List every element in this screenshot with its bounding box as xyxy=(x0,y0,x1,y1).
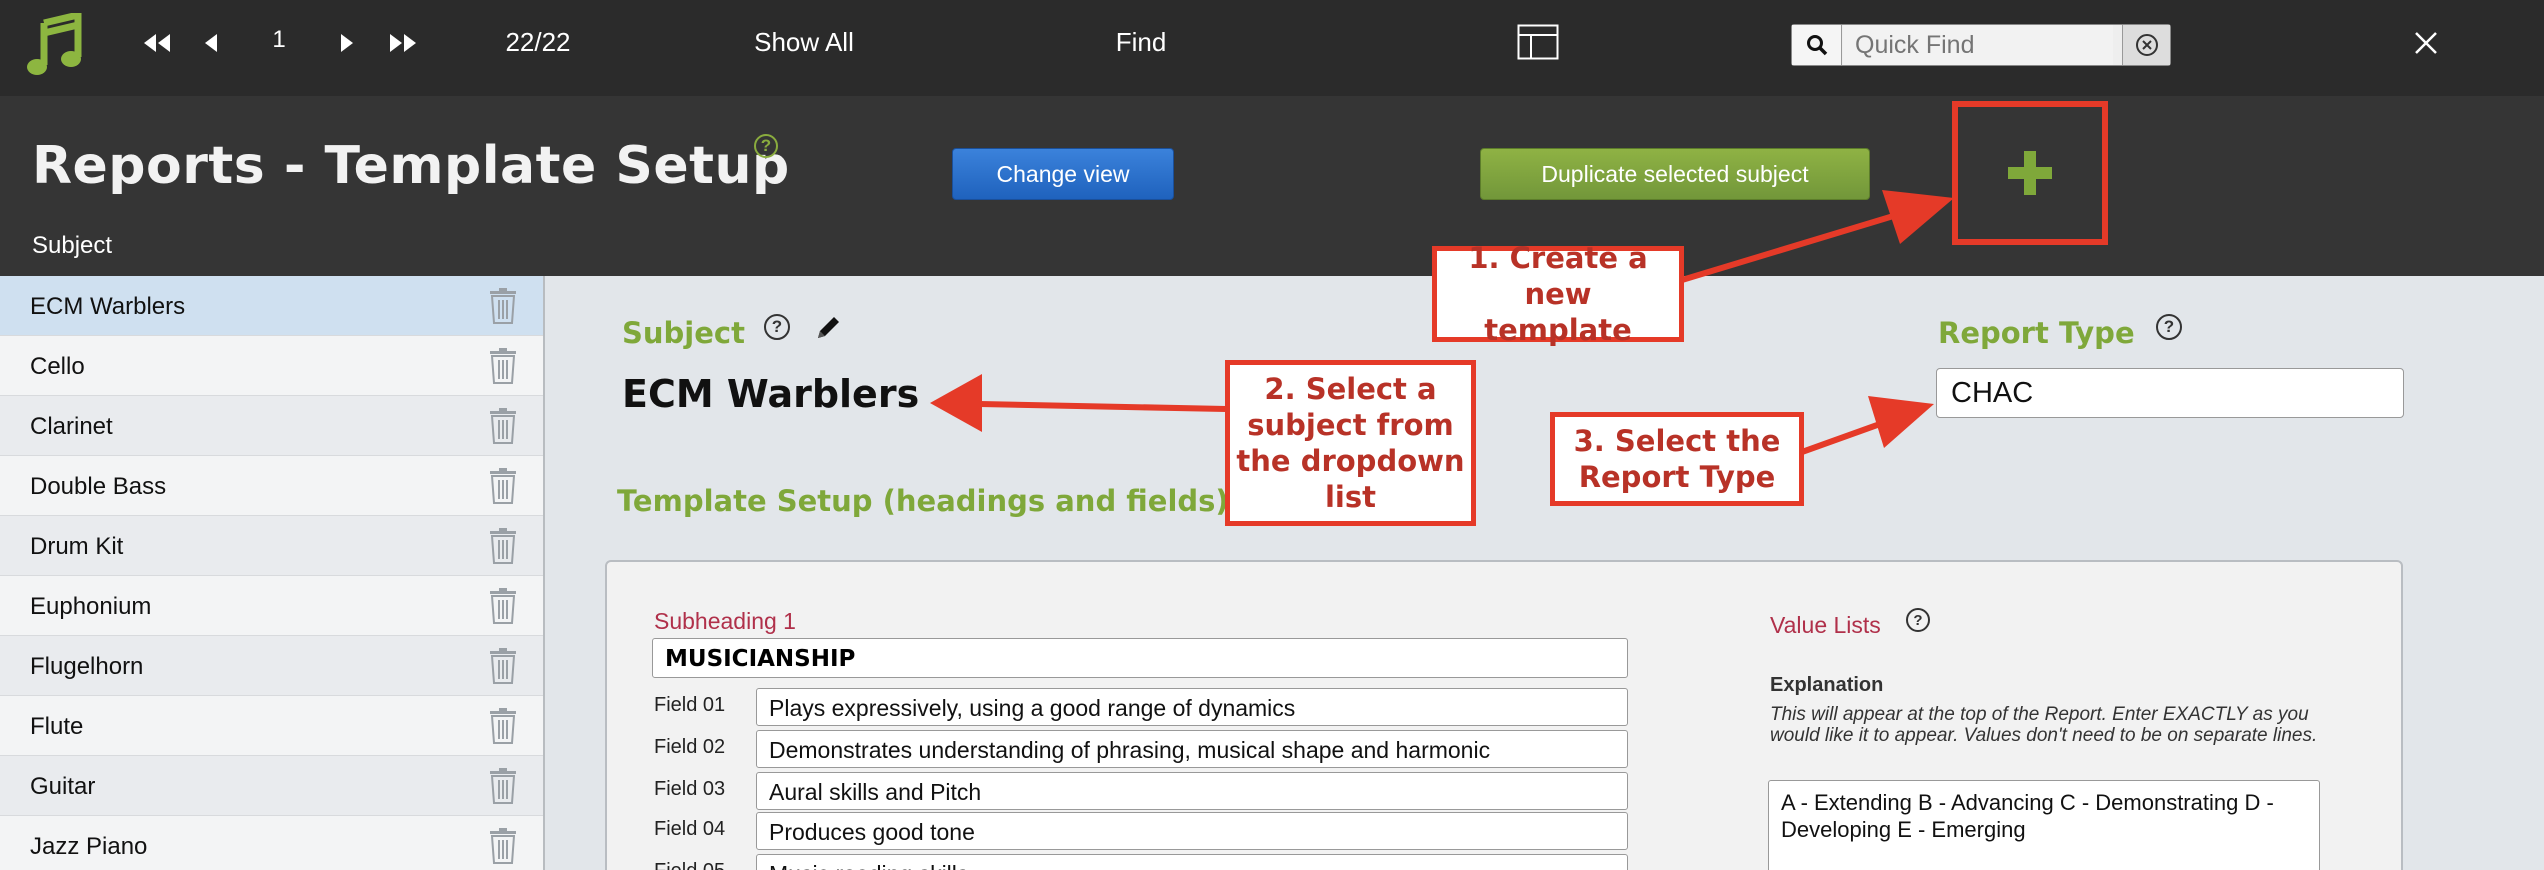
list-item[interactable]: ECM Warblers xyxy=(0,276,543,336)
list-item[interactable]: Euphonium xyxy=(0,576,543,636)
list-item[interactable]: Clarinet xyxy=(0,396,543,456)
subject-label: Subject xyxy=(622,316,745,350)
subject-value[interactable]: ECM Warblers xyxy=(622,372,919,416)
trash-icon[interactable] xyxy=(488,288,518,324)
annotation-text: list xyxy=(1324,480,1376,514)
list-item-label: Cello xyxy=(30,353,85,380)
subheading-label: Subheading 1 xyxy=(654,608,796,634)
field-label: Field 03 xyxy=(654,778,726,800)
list-item-label: Flugelhorn xyxy=(30,653,144,680)
trash-icon[interactable] xyxy=(488,828,518,864)
trash-icon[interactable] xyxy=(488,408,518,444)
annotation-text: Report Type xyxy=(1578,460,1776,494)
subheading-field[interactable]: MUSICIANSHIP xyxy=(652,638,1628,678)
layout-icon[interactable] xyxy=(1516,22,1560,62)
new-record-highlight xyxy=(1952,101,2108,245)
toolbar: 1 22/22 Show All Find xyxy=(0,0,2544,96)
page-title: Reports - Template Setup xyxy=(32,136,790,196)
annotation-create-template: 1. Create a new template xyxy=(1432,241,1684,347)
first-record-icon[interactable] xyxy=(138,24,176,62)
change-view-button[interactable]: Change view xyxy=(952,148,1174,200)
list-item[interactable]: Drum Kit xyxy=(0,516,543,576)
list-item-label: Euphonium xyxy=(30,593,152,620)
subject-column-header: Subject xyxy=(32,232,113,259)
list-item-label: Jazz Piano xyxy=(30,833,148,860)
help-icon[interactable]: ? xyxy=(764,314,790,340)
field-input[interactable]: Music reading skills xyxy=(756,854,1628,870)
field-input[interactable]: Produces good tone xyxy=(756,812,1628,850)
clear-icon[interactable] xyxy=(2122,25,2170,65)
list-item[interactable]: Double Bass xyxy=(0,456,543,516)
plus-icon[interactable] xyxy=(2006,149,2054,197)
quick-find xyxy=(1791,24,2171,66)
search-icon[interactable] xyxy=(1792,25,1842,65)
record-number[interactable]: 1 xyxy=(262,22,296,58)
field-label: Field 01 xyxy=(654,694,726,716)
template-setup-label: Template Setup (headings and fields) xyxy=(617,484,1229,518)
list-item[interactable]: Guitar xyxy=(0,756,543,816)
quick-find-input[interactable] xyxy=(1843,25,2113,65)
annotation-text: 3. Select the xyxy=(1573,424,1781,458)
header: Reports - Template Setup ? Change view D… xyxy=(0,96,2544,276)
pencil-icon[interactable] xyxy=(814,312,844,342)
field-label: Field 04 xyxy=(654,818,726,840)
find-button[interactable]: Find xyxy=(1108,24,1174,60)
trash-icon[interactable] xyxy=(488,528,518,564)
trash-icon[interactable] xyxy=(488,348,518,384)
report-type-label: Report Type xyxy=(1938,316,2135,350)
list-item-label: Guitar xyxy=(30,773,96,800)
annotation-text: subject from xyxy=(1247,408,1454,442)
field-input[interactable]: Demonstrates understanding of phrasing, … xyxy=(756,730,1628,768)
value-list-field[interactable]: A - Extending B - Advancing C - Demonstr… xyxy=(1768,780,2320,870)
subject-list: ECM Warblers Cello Clarinet Double Bass … xyxy=(0,276,545,870)
close-icon[interactable] xyxy=(2410,24,2442,62)
previous-record-icon[interactable] xyxy=(196,24,226,62)
show-all-button[interactable]: Show All xyxy=(744,24,864,60)
list-item[interactable]: Flute xyxy=(0,696,543,756)
annotation-text: 1. Create a new xyxy=(1468,241,1648,311)
list-item[interactable]: Jazz Piano xyxy=(0,816,543,870)
annotation-select-subject: 2. Select a subject from the dropdown li… xyxy=(1225,360,1476,526)
trash-icon[interactable] xyxy=(488,768,518,804)
annotation-text: the dropdown xyxy=(1236,444,1465,478)
duplicate-subject-button[interactable]: Duplicate selected subject xyxy=(1480,148,1870,200)
trash-icon[interactable] xyxy=(488,708,518,744)
list-item[interactable]: Flugelhorn xyxy=(0,636,543,696)
field-label: Field 05 xyxy=(654,860,725,870)
last-record-icon[interactable] xyxy=(384,24,422,62)
help-icon[interactable]: ? xyxy=(754,134,778,158)
next-record-icon[interactable] xyxy=(332,24,362,62)
list-item[interactable]: Cello xyxy=(0,336,543,396)
trash-icon[interactable] xyxy=(488,468,518,504)
field-label: Field 02 xyxy=(654,736,726,758)
list-item-label: Double Bass xyxy=(30,473,167,500)
list-item-label: ECM Warblers xyxy=(30,293,186,320)
list-item-label: Flute xyxy=(30,713,84,740)
trash-icon[interactable] xyxy=(488,648,518,684)
field-input[interactable]: Plays expressively, using a good range o… xyxy=(756,688,1628,726)
help-icon[interactable]: ? xyxy=(2156,314,2182,340)
annotation-text: template xyxy=(1484,313,1632,347)
value-lists-label: Value Lists xyxy=(1770,612,1881,638)
report-type-field[interactable]: CHAC xyxy=(1936,368,2404,418)
music-note-icon[interactable] xyxy=(24,12,84,78)
field-input[interactable]: Aural skills and Pitch xyxy=(756,772,1628,810)
explanation-text: This will appear at the top of the Repor… xyxy=(1770,704,2318,746)
help-icon[interactable]: ? xyxy=(1906,608,1930,632)
explanation-heading: Explanation xyxy=(1770,674,1884,696)
list-item-label: Drum Kit xyxy=(30,533,124,560)
record-count: 22/22 xyxy=(505,26,571,57)
annotation-text: 2. Select a xyxy=(1264,372,1437,406)
list-item-label: Clarinet xyxy=(30,413,113,440)
annotation-select-report-type: 3. Select the Report Type xyxy=(1550,412,1804,506)
trash-icon[interactable] xyxy=(488,588,518,624)
